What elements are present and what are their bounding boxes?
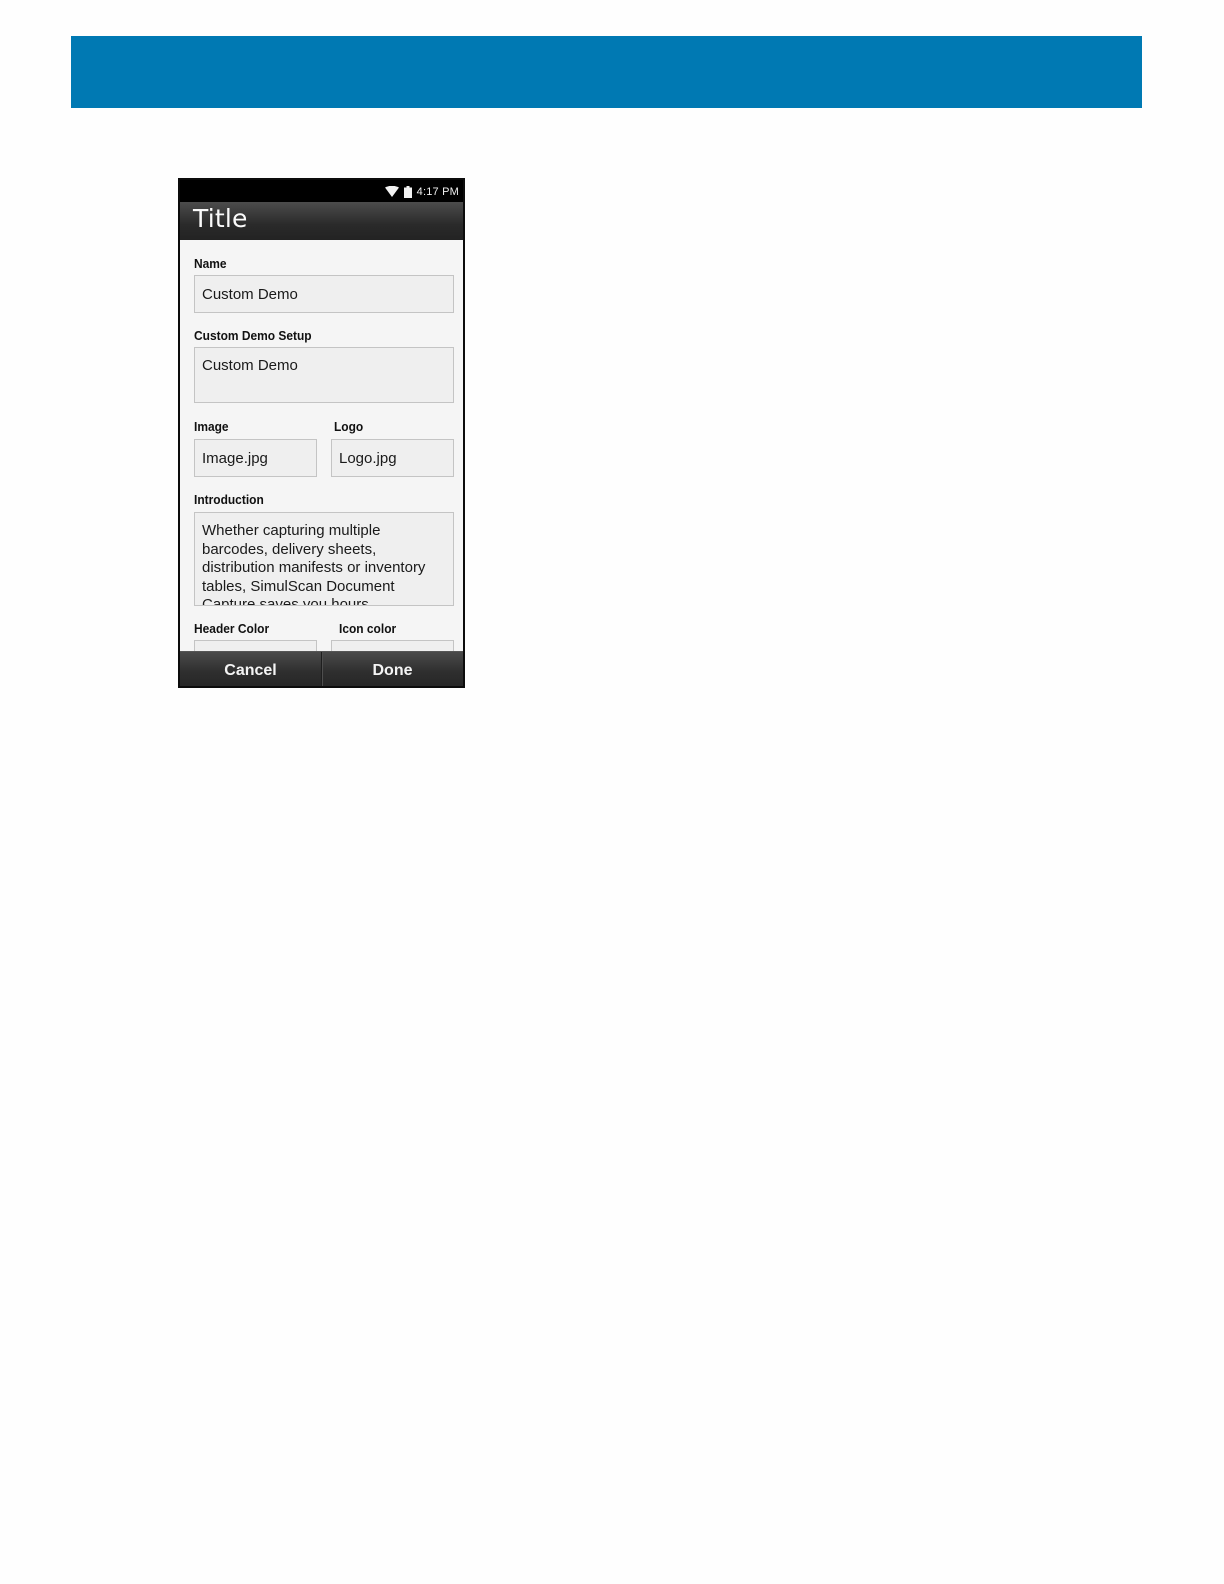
wifi-icon (384, 186, 399, 197)
document-header-band (71, 36, 1142, 108)
status-bar: 4:17 PM (180, 180, 463, 202)
phone-screenshot: 4:17 PM Title Name Custom Demo Setup Cus… (178, 178, 465, 688)
logo-label: Logo (334, 419, 364, 434)
introduction-label: Introduction (194, 492, 264, 507)
action-bar: Title (180, 202, 463, 241)
battery-icon (403, 185, 412, 198)
header-color-label: Header Color (194, 621, 270, 636)
image-label: Image (194, 419, 229, 434)
name-input[interactable] (194, 275, 454, 313)
done-button[interactable]: Done (322, 652, 463, 686)
form-content[interactable]: Name Custom Demo Setup Custom Demo Image… (180, 240, 463, 651)
custom-demo-setup-label: Custom Demo Setup (194, 328, 312, 343)
logo-input[interactable] (331, 439, 454, 477)
bottom-action-bar: Cancel Done (180, 651, 463, 686)
header-color-input[interactable] (194, 640, 317, 651)
status-icons: 4:17 PM (384, 184, 459, 199)
screen-title: Title (193, 204, 248, 233)
cancel-button[interactable]: Cancel (180, 652, 321, 686)
image-input[interactable] (194, 439, 317, 477)
icon-color-label: Icon color (339, 621, 397, 636)
icon-color-input[interactable] (331, 640, 454, 651)
name-label: Name (194, 256, 227, 271)
status-time: 4:17 PM (416, 185, 459, 198)
introduction-input[interactable]: Whether capturing multiple barcodes, del… (194, 512, 454, 606)
custom-demo-setup-input[interactable]: Custom Demo (194, 347, 454, 403)
